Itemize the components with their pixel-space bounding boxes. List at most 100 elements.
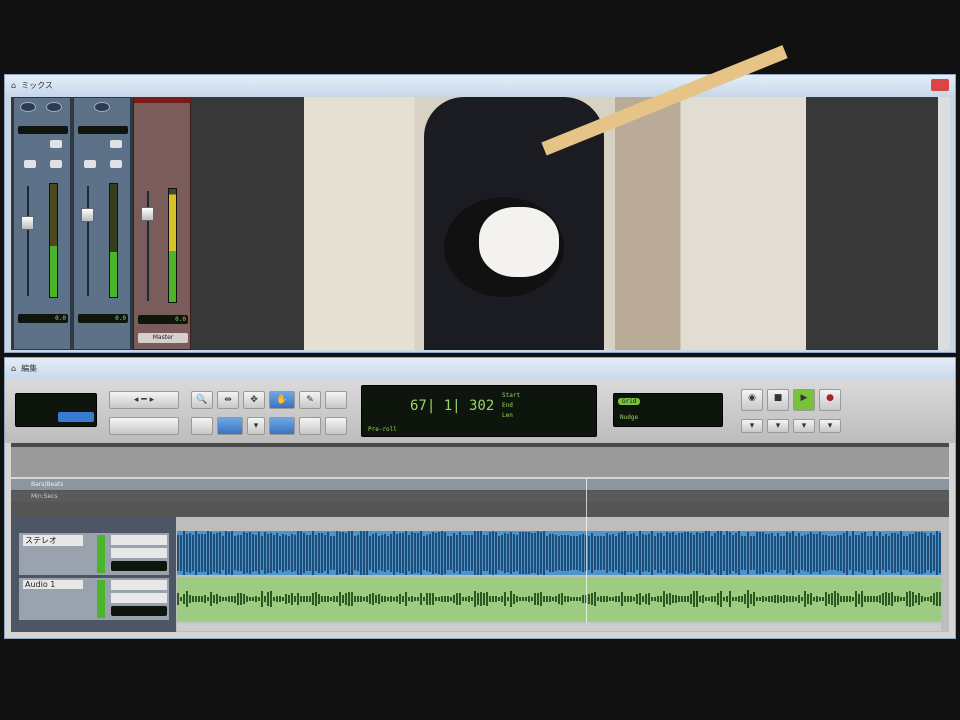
waveform-sample xyxy=(711,536,713,570)
waveform-sample xyxy=(447,535,449,571)
waveform-sample xyxy=(483,592,485,606)
mute-button[interactable] xyxy=(24,160,36,168)
counter-label-start: Start xyxy=(502,392,521,399)
horizontal-scrollbar[interactable] xyxy=(177,623,941,631)
zoom-icon[interactable]: 🔍 xyxy=(191,391,213,409)
pan-knob[interactable] xyxy=(20,102,36,112)
bars-beats-ruler[interactable]: Bars|Beats xyxy=(11,479,949,491)
waveform-sample xyxy=(606,596,608,602)
mode-button[interactable]: ▾ xyxy=(247,417,265,435)
waveform-sample xyxy=(621,591,623,607)
waveform-sample xyxy=(645,535,647,571)
waveform-sample xyxy=(936,531,938,575)
waveform-sample xyxy=(699,532,701,574)
rewind-button[interactable]: ◉ xyxy=(741,389,763,411)
waveform-sample xyxy=(759,596,761,602)
universe-overview[interactable] xyxy=(11,443,949,477)
edit-window-titlebar[interactable]: ⌂ 編集 xyxy=(5,358,955,379)
close-button[interactable] xyxy=(931,79,949,91)
mute-button[interactable] xyxy=(84,160,96,168)
waveform-sample xyxy=(576,596,578,602)
waveform-sample xyxy=(369,594,371,604)
track-io[interactable] xyxy=(111,580,167,590)
waveform-sample xyxy=(921,532,923,574)
edit-buttons[interactable] xyxy=(109,417,179,435)
waveform-sample xyxy=(804,590,806,608)
waveform-sample xyxy=(285,534,287,572)
waveform-sample xyxy=(873,531,875,575)
mode-button[interactable] xyxy=(325,417,347,435)
video-scrollbar[interactable] xyxy=(938,97,950,350)
waveform-sample xyxy=(558,594,560,604)
link-button[interactable] xyxy=(269,417,295,435)
pencil-icon[interactable]: ✎ xyxy=(299,391,321,409)
mode-button[interactable] xyxy=(299,417,321,435)
waveform-sample xyxy=(825,591,827,607)
transport-option[interactable]: ▾ xyxy=(819,419,841,433)
volume-fader[interactable] xyxy=(21,216,34,230)
min-secs-ruler[interactable]: Min:Secs xyxy=(11,491,949,503)
waveform-sample xyxy=(756,531,758,575)
mix-window-titlebar[interactable]: ⌂ ミックス xyxy=(5,75,955,96)
waveform-sample xyxy=(816,533,818,573)
window-icon: ⌂ xyxy=(11,81,17,90)
audio-clip-1[interactable] xyxy=(177,531,941,575)
track-io[interactable] xyxy=(111,535,167,545)
waveform-sample xyxy=(834,591,836,607)
grid-nudge-display[interactable]: Grid Nudge xyxy=(613,393,723,427)
transport-option[interactable]: ▾ xyxy=(793,419,815,433)
waveform-sample xyxy=(615,536,617,570)
waveform-sample xyxy=(705,596,707,602)
edit-window: ⌂ 編集 ◂ ━ ▸ 🔍 ⇹ ✥ ✋ ✎ ▾ 67| 1| 302 Start … xyxy=(4,357,956,639)
waveform-sample xyxy=(888,593,890,605)
grabber-icon[interactable]: ✋ xyxy=(269,391,295,409)
transport-option[interactable]: ▾ xyxy=(767,419,789,433)
track-name[interactable]: ステレオ xyxy=(23,535,83,546)
main-counter[interactable]: 67| 1| 302 Start End Len Pre-roll xyxy=(361,385,597,437)
trim-icon[interactable]: ⇹ xyxy=(217,391,239,409)
volume-fader[interactable] xyxy=(141,207,154,221)
smart-tool-icon[interactable] xyxy=(325,391,347,409)
record-button[interactable]: ● xyxy=(819,389,841,411)
record-button[interactable] xyxy=(110,160,122,168)
waveform-sample xyxy=(342,531,344,575)
mode-button[interactable] xyxy=(191,417,213,435)
play-button[interactable]: ▶ xyxy=(793,389,815,411)
waveform-sample xyxy=(768,596,770,602)
zoom-buttons[interactable]: ◂ ━ ▸ xyxy=(109,391,179,409)
waveform-sample xyxy=(510,591,512,607)
waveform-sample xyxy=(723,596,725,602)
mixer-strip-2: 0.0 xyxy=(73,97,131,350)
track-name[interactable]: Audio 1 xyxy=(23,580,83,589)
waveform-sample xyxy=(264,595,266,603)
waveform-sample xyxy=(222,536,224,570)
link-button[interactable] xyxy=(217,417,243,435)
volume-fader[interactable] xyxy=(81,208,94,222)
edit-mode-active[interactable] xyxy=(58,412,94,422)
track-io[interactable] xyxy=(111,593,167,603)
pan-knob[interactable] xyxy=(94,102,110,112)
transport-option[interactable]: ▾ xyxy=(741,419,763,433)
solo-button[interactable] xyxy=(110,140,122,148)
waveform-sample xyxy=(669,592,671,606)
mixer-area: 0.0 0.0 0.0 Master xyxy=(11,45,950,350)
track-io[interactable] xyxy=(111,548,167,558)
waveform-sample xyxy=(231,596,233,602)
stop-button[interactable]: ■ xyxy=(767,389,789,411)
select-icon[interactable]: ✥ xyxy=(243,391,265,409)
waveform-sample xyxy=(531,596,533,602)
solo-button[interactable] xyxy=(50,140,62,148)
waveform-sample xyxy=(780,535,782,571)
pan-knob[interactable] xyxy=(46,102,62,112)
edit-mode-display[interactable] xyxy=(15,393,97,427)
track-volume xyxy=(111,561,167,571)
volume-display: 0.0 xyxy=(138,315,188,324)
waveform-sample xyxy=(267,591,269,607)
audio-clip-2[interactable] xyxy=(177,577,941,621)
waveform-sample xyxy=(315,535,317,571)
waveform-sample xyxy=(630,596,632,602)
waveform-sample xyxy=(918,592,920,606)
playhead[interactable] xyxy=(586,479,587,624)
record-button[interactable] xyxy=(50,160,62,168)
waveform-sample xyxy=(930,596,932,602)
